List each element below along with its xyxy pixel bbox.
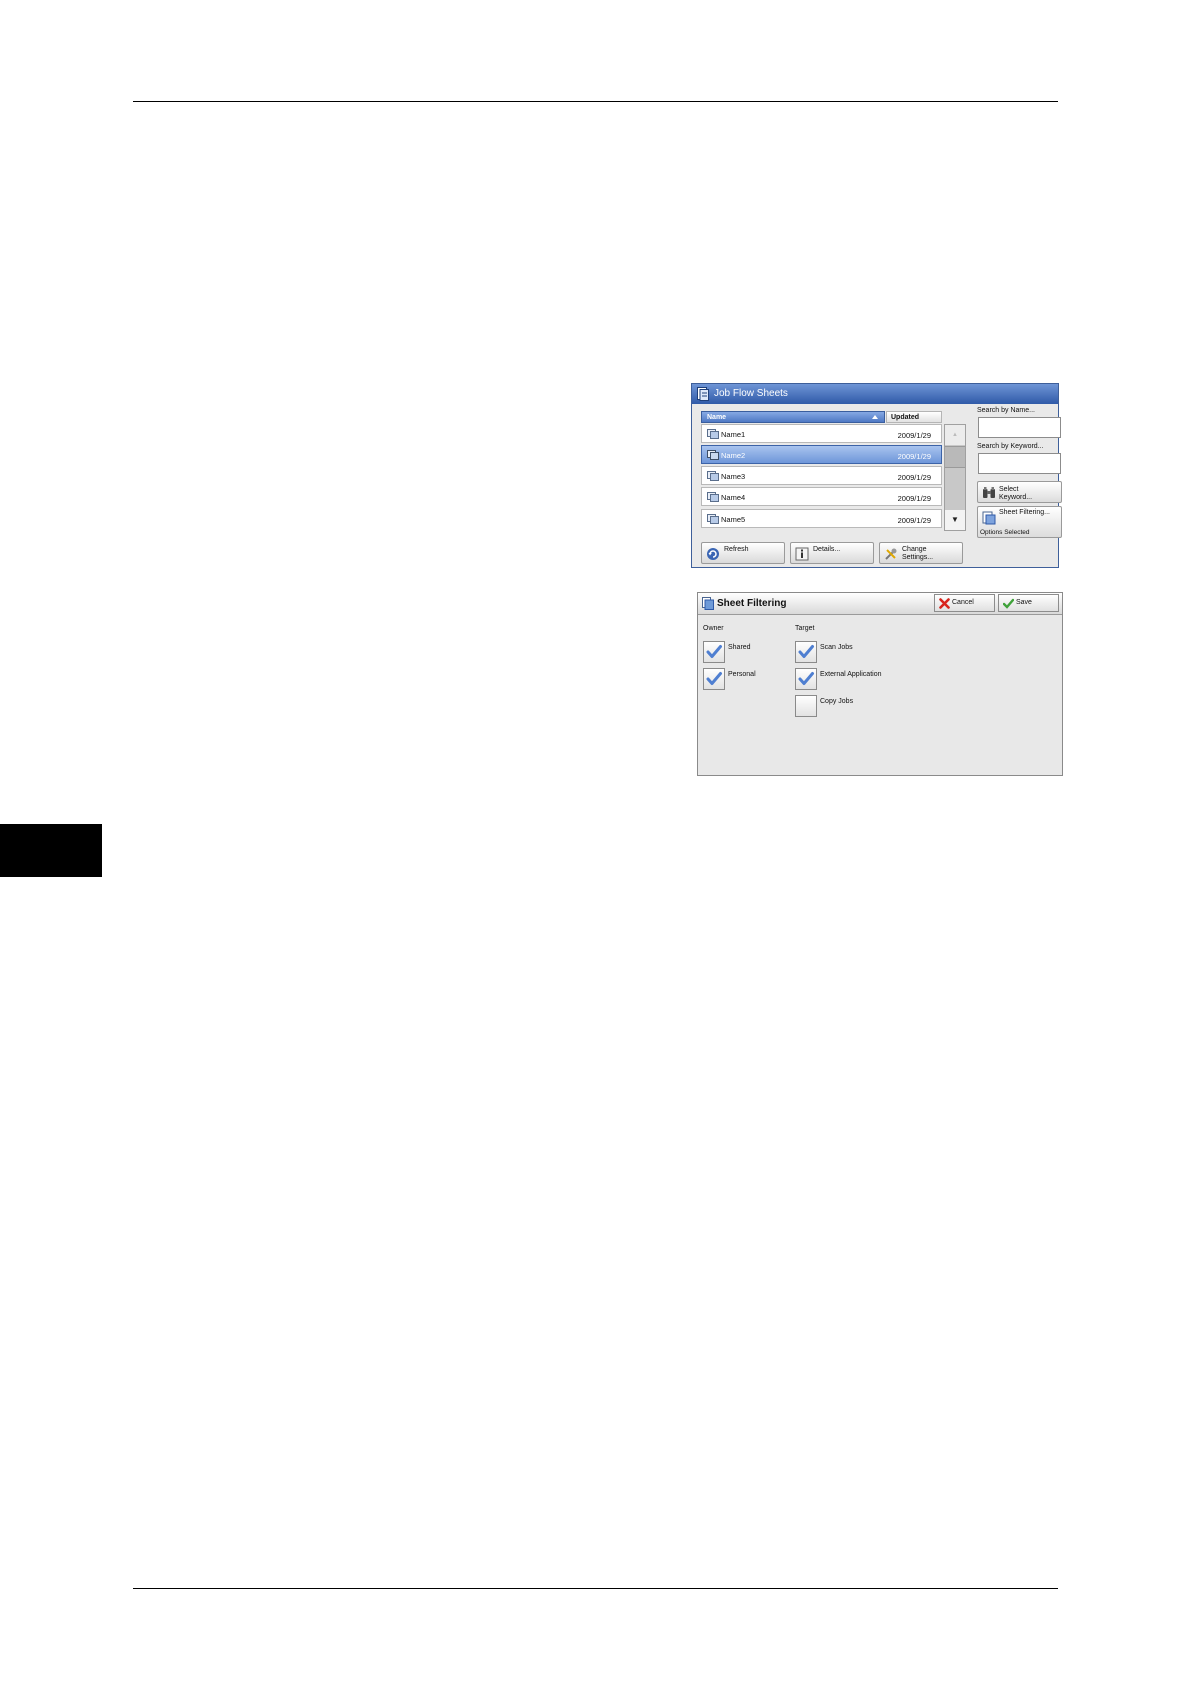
sheet-filter-icon	[702, 597, 714, 610]
header-rule	[133, 101, 1058, 102]
change-settings-line1: Change	[902, 546, 927, 553]
binoculars-icon	[983, 487, 995, 498]
cancel-label: Cancel	[952, 599, 974, 606]
job-flow-sheet-icon	[707, 450, 719, 460]
scroll-up-button[interactable]: ▲	[945, 425, 965, 445]
row-name: Name5	[721, 515, 746, 524]
copy-jobs-checkbox[interactable]	[795, 695, 817, 717]
table-row[interactable]: Name1 2009/1/29	[701, 424, 942, 443]
job-flow-list: Name Updated Name1 2009/1/29 Name2 2009/…	[701, 411, 942, 541]
sheet-filtering-titlebar: Sheet Filtering Cancel Save	[698, 593, 1062, 615]
row-name: Name1	[721, 430, 746, 439]
job-flow-sheet-icon	[697, 387, 709, 401]
row-name: Name3	[721, 472, 746, 481]
table-row[interactable]: Name5 2009/1/29	[701, 509, 942, 528]
page-title: Job Flow Sheets	[714, 388, 788, 399]
job-flow-sheet-icon	[707, 429, 719, 439]
search-by-name-label: Search by Name...	[977, 407, 1035, 414]
select-keyword-line2: Keyword...	[999, 494, 1033, 501]
checkmark-icon	[798, 645, 814, 658]
save-label: Save	[1016, 599, 1032, 606]
details-label: Details...	[813, 546, 841, 553]
search-by-keyword-input[interactable]	[978, 453, 1061, 474]
save-check-icon	[1003, 598, 1014, 609]
footer-rule	[133, 1588, 1058, 1589]
sheet-filter-icon	[982, 511, 996, 525]
dialog-title: Sheet Filtering	[717, 598, 787, 609]
personal-checkbox[interactable]	[703, 668, 725, 690]
job-flow-sheet-icon	[707, 492, 719, 502]
sheet-filtering-status: Options Selected	[980, 529, 1030, 536]
search-by-keyword-label: Search by Keyword...	[977, 443, 1044, 450]
personal-label: Personal	[728, 671, 756, 678]
details-button[interactable]: Details...	[790, 542, 874, 564]
scan-jobs-label: Scan Jobs	[820, 644, 853, 651]
owner-group-label: Owner	[703, 625, 724, 632]
copy-jobs-label: Copy Jobs	[820, 698, 854, 705]
job-flow-sheet-icon	[707, 514, 719, 524]
sheet-filtering-button[interactable]: Sheet Filtering... Options Selected	[977, 506, 1062, 538]
row-date: 2009/1/29	[897, 473, 931, 482]
row-date: 2009/1/29	[897, 452, 931, 461]
refresh-button[interactable]: Refresh	[701, 542, 785, 564]
column-header-updated-label: Updated	[891, 414, 919, 421]
sort-ascending-icon	[872, 415, 878, 419]
tools-icon	[885, 548, 897, 560]
shared-checkbox[interactable]	[703, 641, 725, 663]
save-button[interactable]: Save	[998, 594, 1059, 612]
external-application-label: External Application	[820, 671, 882, 678]
column-header-name-label: Name	[707, 414, 727, 421]
chapter-tab	[0, 824, 102, 877]
table-row[interactable]: Name3 2009/1/29	[701, 466, 942, 485]
change-settings-line2: Settings...	[902, 554, 934, 561]
row-date: 2009/1/29	[897, 431, 931, 440]
cancel-button[interactable]: Cancel	[934, 594, 995, 612]
row-name: Name2	[721, 451, 746, 460]
info-icon	[795, 547, 809, 561]
job-flow-sheets-screen: Job Flow Sheets Name Updated Name1 2009/…	[691, 383, 1062, 568]
sheet-filtering-label: Sheet Filtering...	[999, 509, 1050, 516]
scrollbar-thumb[interactable]	[945, 446, 965, 468]
job-flow-sheets-titlebar: Job Flow Sheets	[692, 384, 1058, 404]
cancel-x-icon	[939, 598, 950, 609]
shared-label: Shared	[728, 644, 751, 651]
scroll-down-button[interactable]: ▼	[945, 510, 965, 530]
table-row[interactable]: Name2 2009/1/29	[701, 445, 942, 464]
checkmark-icon	[798, 672, 814, 685]
scan-jobs-checkbox[interactable]	[795, 641, 817, 663]
target-group-label: Target	[795, 625, 815, 632]
column-header-updated[interactable]: Updated	[886, 411, 942, 423]
search-by-name-input[interactable]	[978, 417, 1061, 438]
external-application-checkbox[interactable]	[795, 668, 817, 690]
row-date: 2009/1/29	[897, 516, 931, 525]
change-settings-button[interactable]: Change Settings...	[879, 542, 963, 564]
sheet-filtering-screen: Sheet Filtering Cancel Save Owner Target…	[697, 592, 1063, 776]
column-header-name[interactable]: Name	[701, 411, 885, 423]
job-flow-sheet-icon	[707, 471, 719, 481]
checkmark-icon	[706, 672, 722, 685]
row-date: 2009/1/29	[897, 494, 931, 503]
row-name: Name4	[721, 493, 746, 502]
list-scrollbar[interactable]: ▲ ▼	[944, 424, 966, 531]
refresh-label: Refresh	[724, 546, 749, 553]
refresh-icon	[707, 548, 719, 560]
select-keyword-button[interactable]: Select Keyword...	[977, 481, 1062, 503]
select-keyword-line1: Select	[999, 486, 1019, 493]
checkmark-icon	[706, 645, 722, 658]
table-row[interactable]: Name4 2009/1/29	[701, 487, 942, 506]
